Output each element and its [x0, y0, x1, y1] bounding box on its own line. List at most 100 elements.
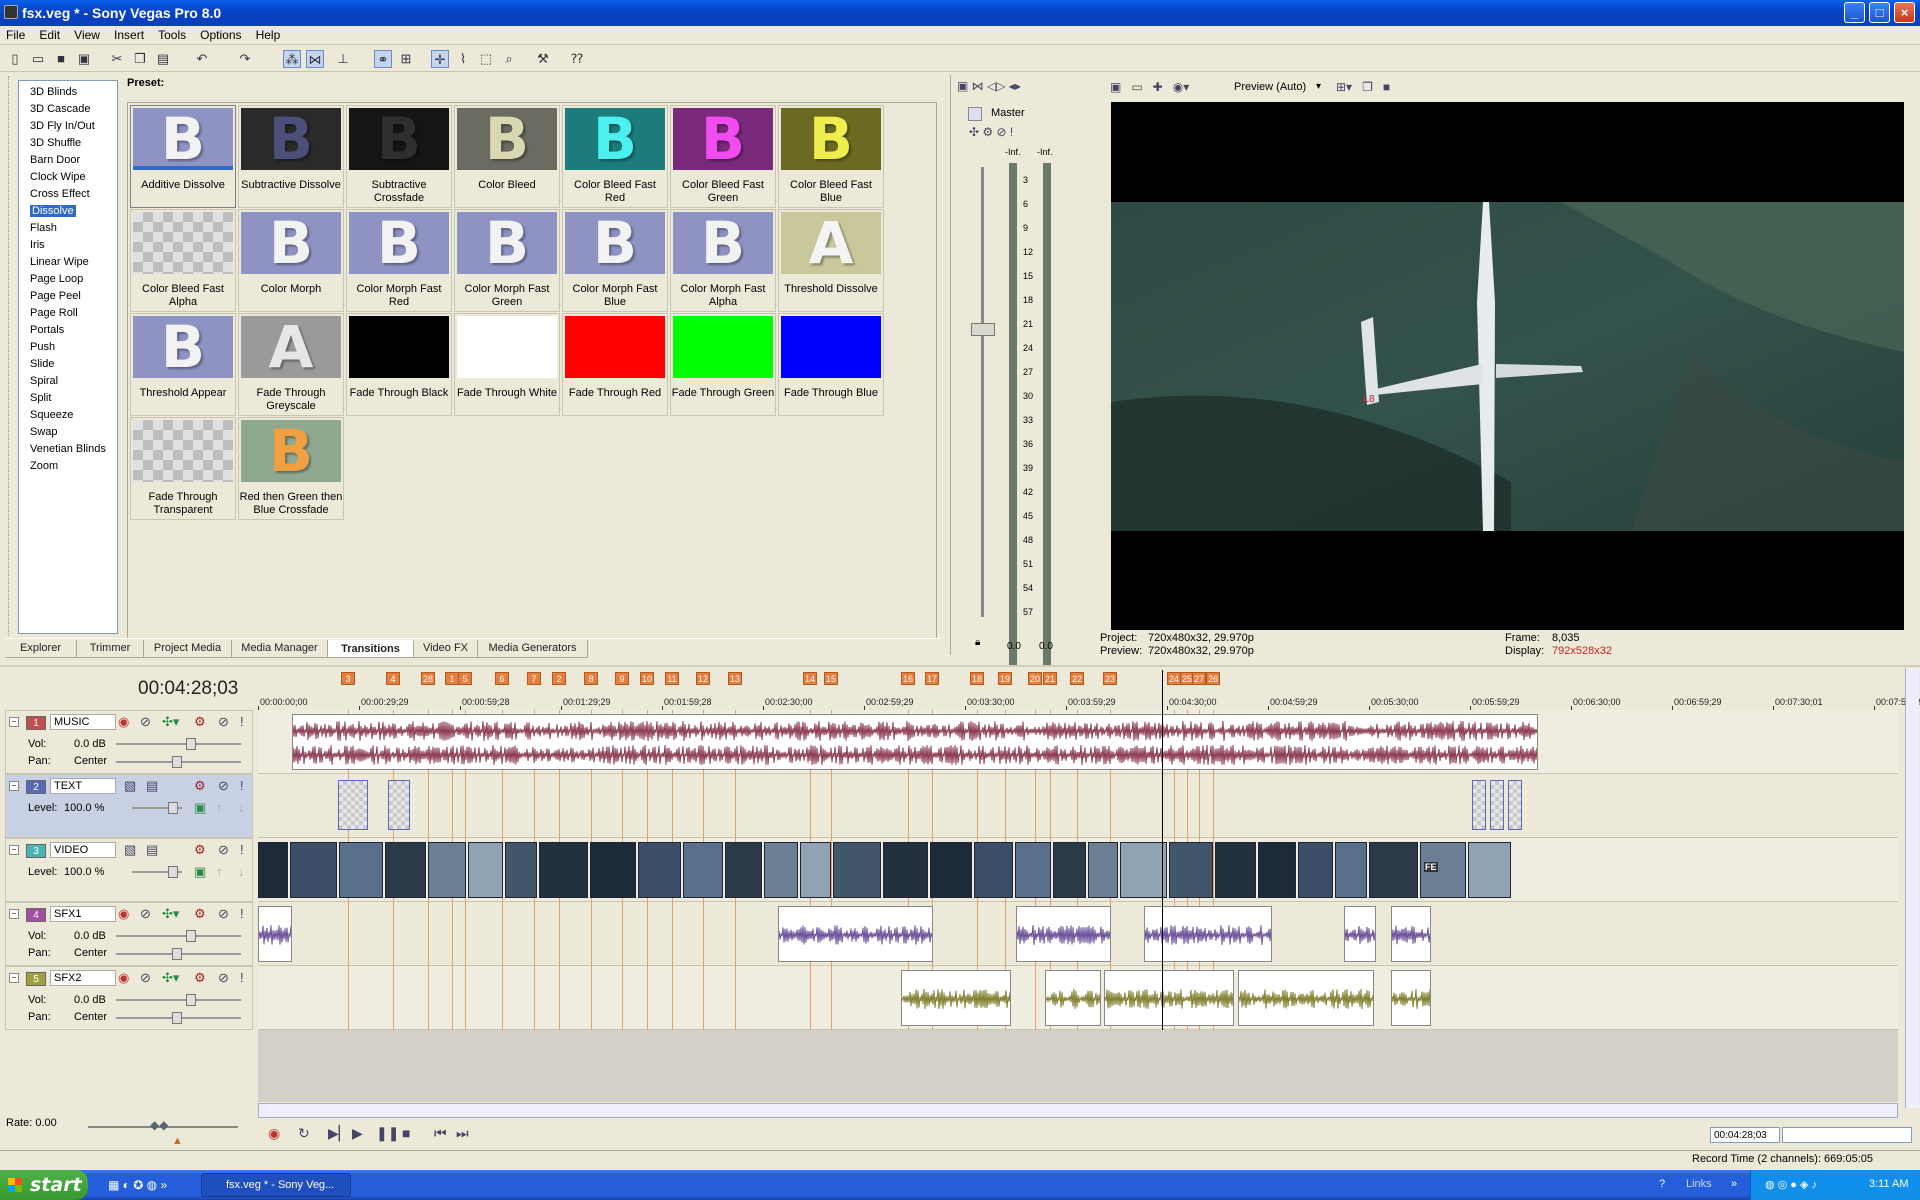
collapse-toggle-icon[interactable]: −: [9, 909, 19, 919]
envelope-tool-icon[interactable]: ⌇: [454, 50, 472, 68]
arm-record-icon[interactable]: ◉: [118, 907, 129, 921]
track-fx-icon[interactable]: ⚙: [194, 907, 206, 921]
transition-category-item[interactable]: Page Loop: [19, 271, 117, 288]
tab-transitions[interactable]: Transitions: [328, 640, 414, 658]
timeline-marker[interactable]: 7: [527, 672, 541, 685]
timeline-ruler[interactable]: 3 4 28 1 5 6 7 2 8 9 10 11 12 13 14 15 16 17 18 19 20 21 22 23 2…: [258, 672, 1920, 712]
timeline-marker[interactable]: 3: [341, 672, 355, 685]
paste-icon[interactable]: ▤: [154, 50, 172, 68]
text-clip[interactable]: [388, 780, 410, 830]
preset-tile[interactable]: Fade Through Transparent: [130, 417, 236, 520]
zoom-tool-icon[interactable]: ⌕: [500, 50, 518, 68]
sfx1-clip[interactable]: [1344, 906, 1376, 962]
play-button[interactable]: ▶: [352, 1125, 363, 1142]
tray-icons[interactable]: ◍ ◎ ● ◈ ♪: [1765, 1178, 1817, 1191]
preset-tile[interactable]: B Color Morph Fast Alpha: [670, 209, 776, 312]
slider-knob[interactable]: [172, 948, 182, 960]
tab-media-generators[interactable]: Media Generators: [478, 640, 588, 658]
video-clip[interactable]: [1369, 842, 1418, 898]
transition-category-item[interactable]: 3D Cascade: [19, 101, 117, 118]
auto-crossfade-icon[interactable]: ⋈: [306, 50, 324, 68]
timeline-marker[interactable]: 11: [665, 672, 679, 685]
move-up-icon[interactable]: ↑: [216, 865, 223, 879]
timeline-marker[interactable]: 23: [1103, 672, 1117, 685]
preset-tile[interactable]: B Red then Green then Blue Crossfade: [238, 417, 344, 520]
track-lane-text[interactable]: [258, 774, 1898, 838]
cut-icon[interactable]: ✂: [108, 50, 126, 68]
video-clip[interactable]: [590, 842, 636, 898]
slider-knob[interactable]: [168, 866, 178, 878]
solo-icon[interactable]: !: [240, 971, 244, 985]
timeline-marker[interactable]: 15: [824, 672, 838, 685]
overlays-icon[interactable]: ⊞▾ ❐ ■: [1336, 80, 1390, 94]
sfx1-clip[interactable]: [1391, 906, 1431, 962]
preset-tile[interactable]: Fade Through Black: [346, 313, 452, 416]
collapse-toggle-icon[interactable]: −: [9, 973, 19, 983]
timeline-marker[interactable]: 12: [696, 672, 710, 685]
preset-tile[interactable]: B Subtractive Crossfade: [346, 105, 452, 208]
timeline-marker[interactable]: 24: [1167, 672, 1181, 685]
whats-this-icon[interactable]: ⁇: [568, 50, 586, 68]
track-fx-icon[interactable]: ⚙: [194, 779, 206, 793]
menu-view[interactable]: View: [68, 26, 105, 42]
transition-category-item[interactable]: Spiral: [19, 373, 117, 390]
video-clip[interactable]: [764, 842, 798, 898]
transition-category-item[interactable]: 3D Shuffle: [19, 135, 117, 152]
track-name[interactable]: MUSIC: [50, 714, 116, 730]
go-to-start-button[interactable]: ⏮: [434, 1125, 447, 1142]
selection-start-time[interactable]: 00:04:28;03: [1710, 1127, 1780, 1143]
preset-tile[interactable]: Color Bleed Fast Alpha: [130, 209, 236, 312]
composite-mode-icon[interactable]: ▧: [124, 779, 136, 793]
track-header-music[interactable]: −1 MUSIC ◉ ⊘ ✣▾ ⚙ ⊘! Vol: 0.0 dB Pan: Center: [5, 710, 253, 774]
slider-knob[interactable]: [186, 738, 196, 750]
properties-icon[interactable]: ▣: [75, 50, 93, 68]
copy-icon[interactable]: ❐: [131, 50, 149, 68]
track-motion-icon[interactable]: ▣: [194, 865, 206, 879]
timeline-marker[interactable]: 19: [998, 672, 1012, 685]
stop-button[interactable]: ■: [402, 1125, 410, 1141]
tab-trimmer[interactable]: Trimmer: [77, 640, 144, 658]
timeline-marker[interactable]: 16: [901, 672, 915, 685]
preset-tile[interactable]: B Color Bleed Fast Green: [670, 105, 776, 208]
lock-icon[interactable]: 🔒︎: [975, 637, 980, 648]
text-clip[interactable]: [338, 780, 368, 830]
preset-tile[interactable]: B Color Morph: [238, 209, 344, 312]
slider-knob[interactable]: [168, 802, 178, 814]
quick-launch-icons[interactable]: ▦ ◐ ✪ ◍ »: [108, 1178, 167, 1192]
video-clip[interactable]: [1468, 842, 1511, 898]
loop-button[interactable]: ↻: [298, 1125, 310, 1142]
undo-icon[interactable]: ↶: [193, 50, 211, 68]
track-name[interactable]: SFX1: [50, 906, 116, 922]
track-fx-icon[interactable]: ⚙: [194, 715, 206, 729]
sfx1-clip[interactable]: [258, 906, 292, 962]
transition-category-item[interactable]: 3D Fly In/Out: [19, 118, 117, 135]
mute-icon[interactable]: ⊘: [218, 715, 229, 729]
play-from-start-button[interactable]: ▶▏: [328, 1125, 350, 1142]
go-to-end-button[interactable]: ⏭: [456, 1125, 469, 1142]
invert-phase-icon[interactable]: ⊘: [140, 907, 151, 921]
timeline-marker[interactable]: 27: [1192, 672, 1206, 685]
mute-icon[interactable]: ⊘: [218, 779, 229, 793]
track-header-text[interactable]: −2 TEXT ▧ ▤ ⚙ ⊘! Level: 100.0 % ▣ ↑ ↓: [5, 774, 253, 838]
video-clip[interactable]: [468, 842, 503, 898]
mute-icon[interactable]: ⊘: [218, 971, 229, 985]
record-button[interactable]: ◉: [268, 1125, 280, 1142]
video-clip[interactable]: [930, 842, 972, 898]
video-clip[interactable]: [1053, 842, 1086, 898]
preset-tile[interactable]: Fade Through Green: [670, 313, 776, 416]
transition-category-item[interactable]: Clock Wipe: [19, 169, 117, 186]
timeline-marker[interactable]: 14: [803, 672, 817, 685]
close-button[interactable]: ×: [1894, 2, 1915, 23]
mute-icon[interactable]: ⊘: [218, 843, 229, 857]
level-slider[interactable]: [116, 743, 241, 745]
minimize-button[interactable]: _: [1844, 2, 1865, 23]
timeline-marker[interactable]: 10: [640, 672, 654, 685]
solo-icon[interactable]: !: [240, 907, 244, 921]
transition-category-item[interactable]: 3D Blinds: [19, 84, 117, 101]
track-header-sfx2[interactable]: −5 SFX2 ◉ ⊘ ✣▾ ⚙ ⊘! Vol: 0.0 dB Pan: Center: [5, 966, 253, 1030]
ripple-edit-icon[interactable]: ⊥: [334, 50, 352, 68]
taskbar-item-vegas[interactable]: fsx.veg * - Sony Veg...: [201, 1173, 351, 1197]
menu-file[interactable]: File: [0, 26, 30, 42]
start-button[interactable]: start: [0, 1170, 88, 1200]
solo-icon[interactable]: !: [240, 779, 244, 793]
